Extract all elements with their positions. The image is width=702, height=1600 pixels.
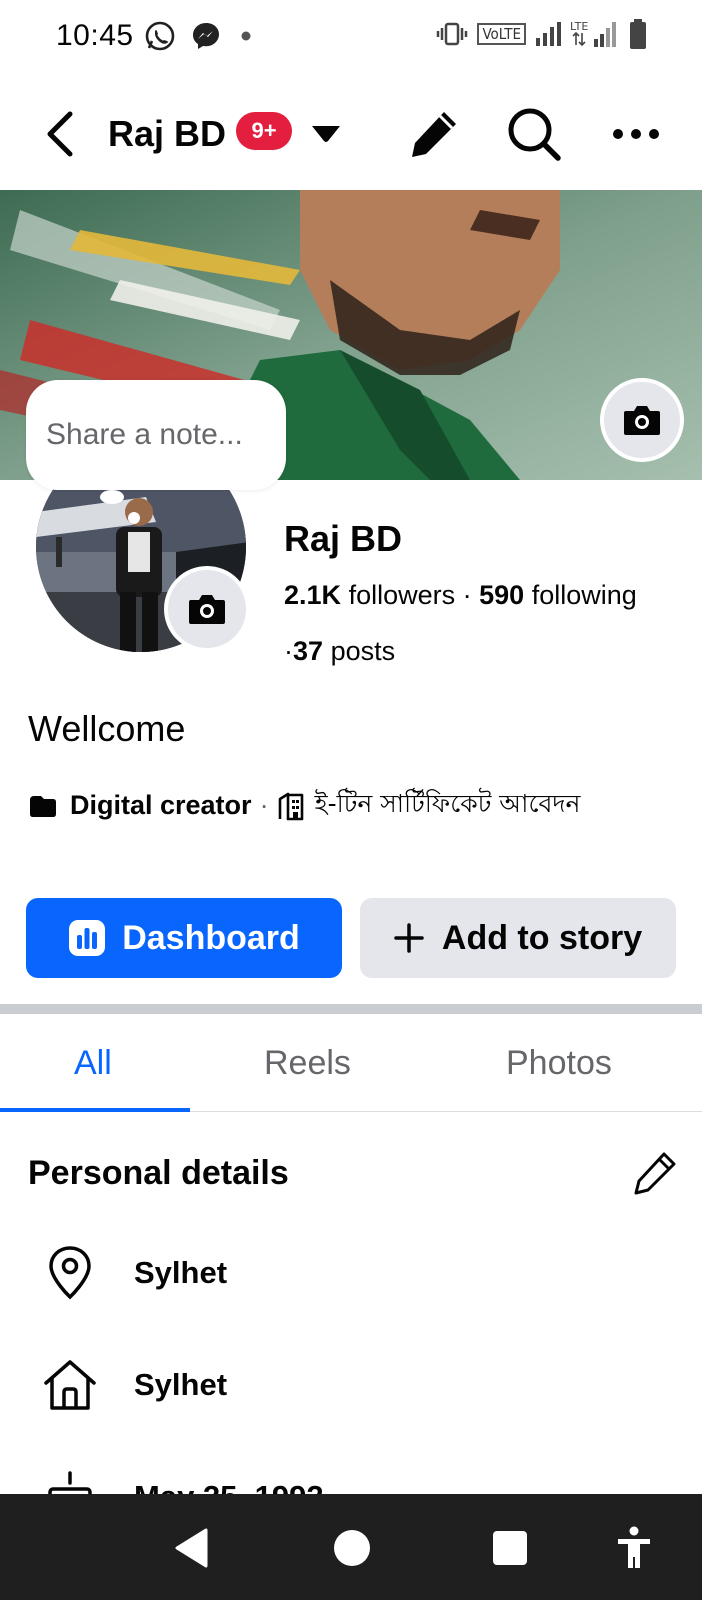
- camera-icon: [624, 406, 660, 435]
- detail-row-hometown[interactable]: Sylhet: [0, 1340, 702, 1430]
- category-separator: ·: [259, 790, 269, 820]
- nav-back-button[interactable]: [166, 1522, 218, 1574]
- profile-tabs: All Reels Photos: [0, 1016, 702, 1112]
- stats-separator: ·: [462, 580, 472, 610]
- status-bar: 10:45 VoLTE LTE: [0, 0, 702, 72]
- dashboard-label: Dashboard: [122, 918, 300, 957]
- posts-count: 37: [293, 636, 324, 666]
- share-note-bubble[interactable]: Share a note...: [26, 380, 286, 490]
- search-icon: [508, 108, 561, 161]
- following-count[interactable]: 590: [479, 580, 524, 610]
- system-nav-bar: [0, 1494, 702, 1600]
- top-app-bar: Raj BD 9+: [0, 80, 702, 188]
- back-button[interactable]: [34, 104, 86, 164]
- notification-badge: 9+: [236, 112, 292, 150]
- dashboard-icon: [69, 920, 106, 956]
- vibrate-icon: [437, 22, 468, 46]
- pencil-icon: [412, 112, 456, 157]
- svg-text:LTE: LTE: [570, 20, 588, 33]
- profile-bio: Wellcome: [28, 708, 186, 749]
- home-icon: [40, 1355, 100, 1415]
- nav-home-icon: [334, 1530, 370, 1566]
- accessibility-icon: [618, 1526, 650, 1568]
- nav-back-icon: [175, 1528, 208, 1568]
- messenger-icon: [192, 23, 219, 49]
- notification-icons: [144, 20, 256, 52]
- tab-reels[interactable]: Reels: [264, 1044, 351, 1083]
- add-to-story-button[interactable]: Add to story: [360, 898, 676, 978]
- battery-icon: [630, 19, 646, 49]
- lte-signal-icon: LTE: [570, 20, 616, 47]
- edit-profile-picture-button[interactable]: [164, 566, 250, 652]
- edit-cover-photo-button[interactable]: [600, 378, 684, 462]
- detail-value: Sylhet: [134, 1255, 228, 1290]
- building-icon: [278, 792, 303, 820]
- posts-label: posts: [330, 636, 396, 666]
- account-switcher-button[interactable]: [306, 116, 346, 152]
- add-to-story-label: Add to story: [441, 918, 643, 957]
- profile-name: Raj BD: [284, 518, 403, 559]
- back-icon: [47, 111, 73, 157]
- volte-icon: VoLTE: [477, 23, 526, 45]
- nav-home-button[interactable]: [326, 1522, 378, 1574]
- status-right-icons: VoLTE LTE: [435, 18, 648, 50]
- personal-details-title: Personal details: [28, 1154, 289, 1192]
- tab-photos[interactable]: Photos: [506, 1044, 612, 1083]
- accessibility-button[interactable]: [608, 1522, 660, 1574]
- caret-down-icon: [312, 126, 340, 142]
- stats-separator: ·: [284, 636, 293, 666]
- edit-profile-button[interactable]: [404, 104, 464, 164]
- note-bubble-tail: [100, 490, 124, 504]
- followers-label[interactable]: followers: [349, 580, 456, 610]
- location-pin-icon: [40, 1243, 100, 1303]
- followers-count[interactable]: 2.1K: [284, 580, 341, 610]
- active-tab-indicator: [0, 1108, 190, 1112]
- detail-value: Sylhet: [134, 1367, 228, 1402]
- camera-icon: [189, 595, 225, 624]
- search-button[interactable]: [504, 104, 564, 164]
- page-title[interactable]: Raj BD: [108, 104, 226, 164]
- profile-stats-line: 2.1K followers · 590 following: [284, 580, 637, 611]
- status-time: 10:45: [56, 19, 134, 52]
- profile-category: Digital creator: [70, 790, 252, 820]
- category-icon: [30, 795, 56, 817]
- tab-all[interactable]: All: [74, 1044, 112, 1083]
- whatsapp-icon: [145, 21, 174, 51]
- profile-posts-line: ·37 posts: [284, 636, 395, 667]
- following-label[interactable]: following: [532, 580, 637, 610]
- pencil-icon: [634, 1152, 676, 1195]
- dot-icon: [241, 31, 251, 41]
- signal-icon: [536, 22, 561, 46]
- nav-recents-icon: [493, 1531, 527, 1565]
- dashboard-button[interactable]: Dashboard: [26, 898, 342, 978]
- note-bubble-tail-dot: [128, 512, 140, 524]
- nav-recents-button[interactable]: [484, 1522, 536, 1574]
- detail-row-current-city[interactable]: Sylhet: [0, 1228, 702, 1318]
- more-icon: [613, 129, 659, 139]
- section-divider: [0, 1004, 702, 1014]
- profile-link[interactable]: ই-টিন সার্টিফিকেট আবেদন: [315, 784, 581, 827]
- share-note-placeholder: Share a note...: [46, 418, 243, 451]
- profile-category-line: Digital creator · ই-টিন সার্টিফিকেট আবেদ…: [28, 784, 580, 827]
- plus-icon: [394, 923, 424, 953]
- edit-personal-details-button[interactable]: [628, 1146, 682, 1200]
- more-options-button[interactable]: [606, 104, 666, 164]
